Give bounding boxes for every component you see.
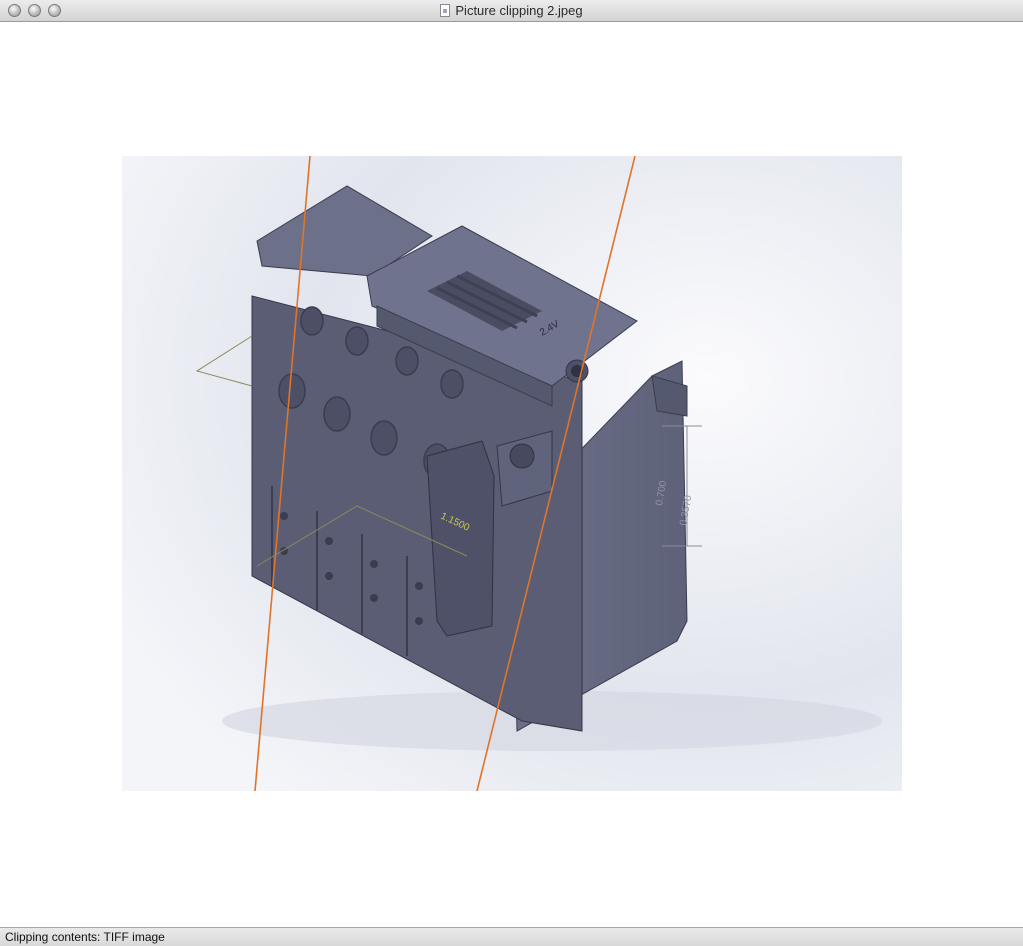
status-bar: Clipping contents: TIFF image: [0, 927, 1023, 946]
window-title: Picture clipping 2.jpeg: [455, 3, 583, 18]
document-icon: [440, 4, 451, 17]
image-viewer-area: 1.1500 0.3570 0.700 2.4V: [0, 22, 1023, 927]
cad-model-image: 1.1500 0.3570 0.700 2.4V: [122, 156, 902, 791]
window-title-group: Picture clipping 2.jpeg: [0, 3, 1023, 18]
window-titlebar: Picture clipping 2.jpeg: [0, 0, 1023, 22]
status-text: Clipping contents: TIFF image: [5, 930, 165, 944]
